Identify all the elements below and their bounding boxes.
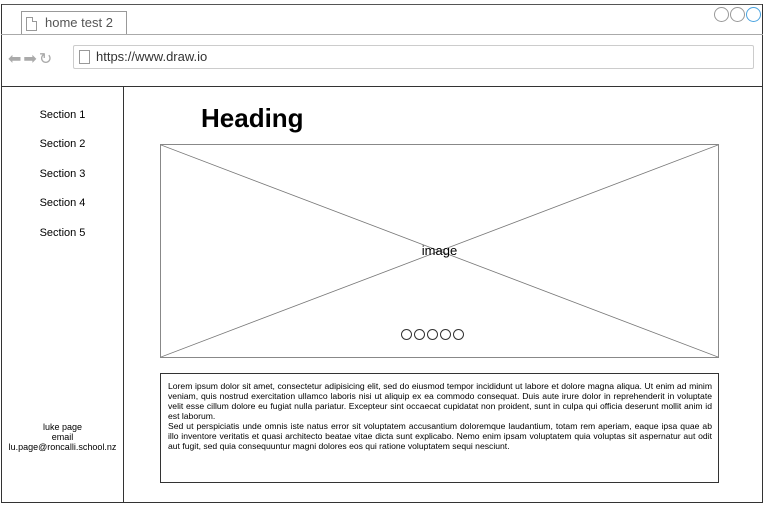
browser-tab[interactable]: home test 2 — [21, 11, 127, 35]
carousel-dot[interactable] — [414, 329, 425, 340]
arrow-right-icon[interactable]: ➡ — [23, 50, 36, 68]
carousel-dots — [401, 327, 466, 345]
toolbar-divider — [1, 34, 763, 35]
page-icon — [26, 17, 37, 31]
sidebar-item-section-3[interactable]: Section 3 — [1, 168, 124, 180]
arrow-left-icon[interactable]: ⬅ — [8, 50, 21, 68]
contact-email-label: email — [51, 432, 74, 442]
text-block: Lorem ipsum dolor sit amet, consectetur … — [160, 373, 719, 483]
url-text[interactable]: https://www.draw.io — [96, 49, 207, 64]
paragraph-1: Lorem ipsum dolor sit amet, consectetur … — [168, 381, 712, 421]
carousel-dot[interactable] — [453, 329, 464, 340]
minimize-button[interactable] — [714, 7, 729, 22]
page-heading: Heading — [201, 103, 304, 133]
contact-name: luke page — [42, 422, 83, 432]
page-icon — [79, 50, 90, 64]
contact-email[interactable]: lu.page@roncalli.school.nz — [1, 442, 124, 452]
contact-info: luke page email lu.page@roncalli.school.… — [1, 422, 124, 452]
paragraph-2: Sed ut perspiciatis unde omnis iste natu… — [168, 421, 712, 451]
carousel-dot[interactable] — [427, 329, 438, 340]
sidebar-item-section-4[interactable]: Section 4 — [1, 197, 124, 209]
carousel-dot[interactable] — [401, 329, 412, 340]
sidebar: Section 1 Section 2 Section 3 Section 4 … — [1, 87, 124, 503]
image-placeholder: image — [160, 144, 719, 358]
navigation-controls: ⬅ ➡ ↻ — [8, 50, 54, 68]
refresh-icon[interactable]: ↻ — [39, 50, 52, 68]
image-label: image — [421, 243, 458, 258]
maximize-button[interactable] — [730, 7, 745, 22]
window-controls — [713, 7, 761, 23]
sidebar-item-section-2[interactable]: Section 2 — [1, 138, 124, 150]
sidebar-item-section-5[interactable]: Section 5 — [1, 227, 124, 239]
tab-title: home test 2 — [45, 15, 113, 30]
address-bar[interactable]: https://www.draw.io — [73, 45, 754, 69]
carousel-dot[interactable] — [440, 329, 451, 340]
sidebar-item-section-1[interactable]: Section 1 — [1, 109, 124, 121]
close-button[interactable] — [746, 7, 761, 22]
